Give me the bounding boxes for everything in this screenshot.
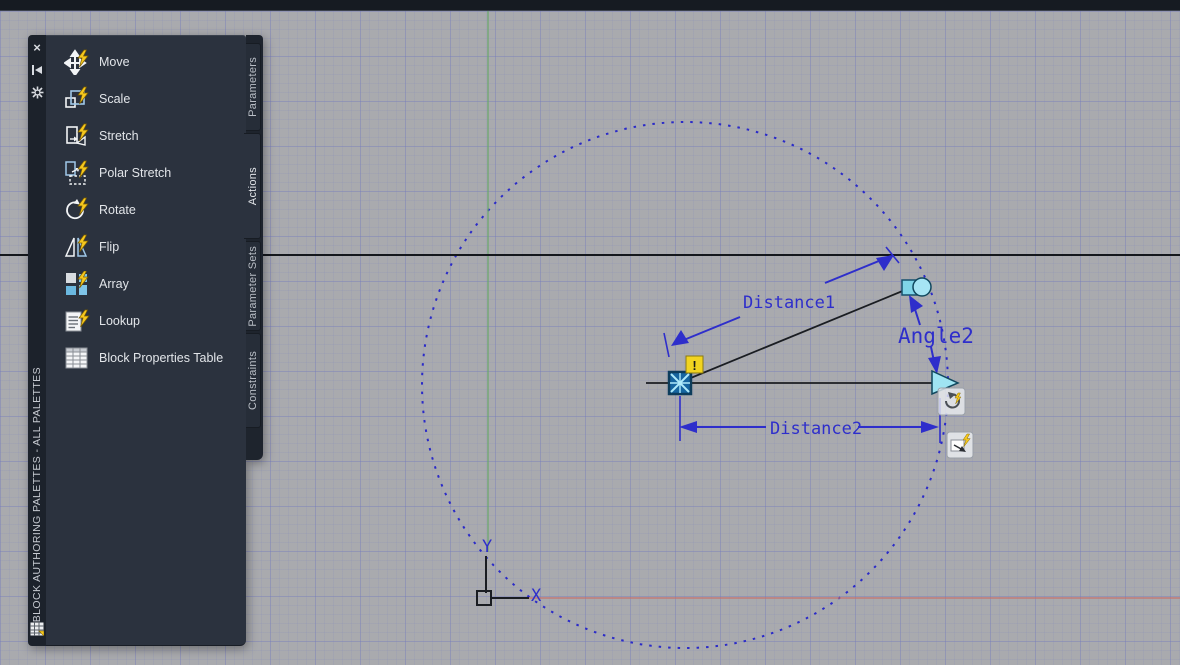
ucs-y-label: Y	[482, 537, 492, 557]
tab-constraints[interactable]: Constraints	[246, 333, 261, 428]
palette-title-strip: × BLOCK AUTHORING PALETTES - ALL PALETTE…	[28, 35, 46, 646]
properties-gear-icon[interactable]	[30, 85, 44, 99]
ucs-x-label: X	[531, 586, 542, 606]
palette-tool-polar-stretch[interactable]: Polar Stretch	[46, 154, 246, 191]
tool-label: Rotate	[99, 202, 136, 217]
polar-stretch-icon	[64, 160, 90, 186]
tab-parameter-sets[interactable]: Parameter Sets	[246, 241, 261, 331]
tool-label: Polar Stretch	[99, 165, 172, 180]
flip-icon	[64, 234, 90, 260]
distance1-label[interactable]: Distance1	[743, 293, 835, 313]
palette-tool-stretch[interactable]: Stretch	[46, 117, 246, 154]
auto-hide-icon[interactable]	[30, 63, 44, 77]
svg-text:!: !	[692, 358, 696, 373]
lookup-icon	[64, 308, 90, 334]
palette-tool-flip[interactable]: Flip	[46, 228, 246, 265]
close-icon[interactable]: ×	[30, 41, 44, 55]
window-top-bar	[0, 0, 1180, 11]
tab-label: Actions	[247, 166, 259, 206]
block-properties-table-icon	[64, 345, 90, 371]
tab-label: Constraints	[247, 351, 259, 410]
tab-actions[interactable]: Actions	[244, 133, 261, 239]
rotate-icon	[64, 197, 90, 223]
palette-tool-scale[interactable]: Scale	[46, 80, 246, 117]
palette-tool-rotate[interactable]: Rotate	[46, 191, 246, 228]
palette-tool-array[interactable]: Array	[46, 265, 246, 302]
tab-label: Parameter Sets	[247, 245, 259, 327]
tab-label: Parameters	[247, 57, 259, 117]
palette-tool-move[interactable]: Move	[46, 43, 246, 80]
rotate-action-button[interactable]	[937, 387, 966, 416]
palette-body: Move Scale Stretch Polar Stretch Rotate …	[46, 35, 246, 646]
angle2-label[interactable]: Angle2	[898, 324, 974, 348]
palette-tab-strip: Parameters Actions Parameter Sets Constr…	[244, 35, 263, 460]
array-icon	[64, 270, 90, 297]
tool-label: Move	[99, 54, 130, 69]
move-icon	[63, 48, 90, 77]
stretch-icon	[64, 123, 90, 149]
basepoint-grip[interactable]	[667, 370, 693, 396]
block-authoring-palette: × BLOCK AUTHORING PALETTES - ALL PALETTE…	[28, 35, 263, 646]
tool-label: Array	[99, 276, 129, 291]
tool-label: Block Properties Table	[99, 350, 224, 365]
palette-grid-icon[interactable]	[30, 622, 45, 641]
palette-tool-lookup[interactable]: Lookup	[46, 302, 246, 339]
circle-grip[interactable]	[912, 277, 932, 297]
palette-title-vertical: BLOCK AUTHORING PALETTES - ALL PALETTES	[31, 367, 43, 623]
palette-tool-block-properties-table[interactable]: Block Properties Table	[46, 339, 246, 376]
warning-icon[interactable]: !	[685, 355, 704, 374]
ucs-icon	[476, 556, 529, 606]
tool-label: Scale	[99, 91, 131, 106]
tool-label: Lookup	[99, 313, 141, 328]
scale-icon	[64, 86, 90, 112]
palette-tool-list: Move Scale Stretch Polar Stretch Rotate …	[46, 43, 246, 376]
move-action-button[interactable]	[946, 431, 974, 459]
tab-parameters[interactable]: Parameters	[246, 43, 261, 131]
tool-label: Stretch	[99, 128, 139, 143]
tool-label: Flip	[99, 239, 120, 254]
distance2-label[interactable]: Distance2	[770, 419, 862, 439]
